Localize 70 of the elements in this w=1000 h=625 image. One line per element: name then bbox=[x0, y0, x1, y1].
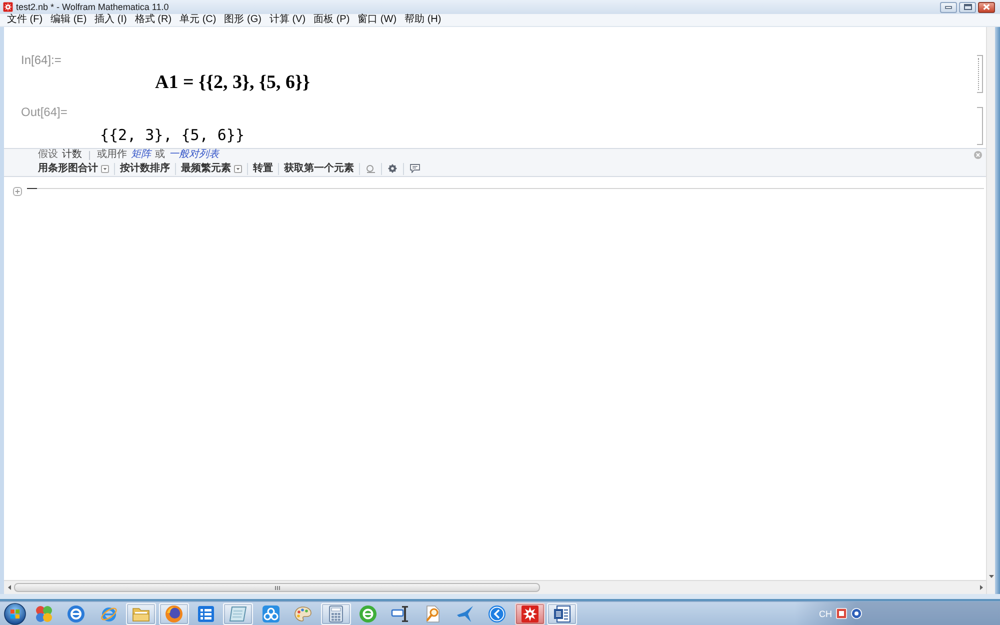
star-tile-icon bbox=[3, 2, 13, 12]
close-icon[interactable] bbox=[974, 151, 982, 159]
calculator-icon bbox=[326, 604, 345, 622]
vertical-scrollbar[interactable] bbox=[986, 27, 995, 594]
cell-bracket-icon[interactable] bbox=[977, 107, 983, 145]
down-arrow-icon[interactable] bbox=[988, 575, 994, 578]
menu-item[interactable]: 帮助 (H) bbox=[400, 14, 446, 26]
dropdown-icon bbox=[101, 164, 109, 172]
suggestion-button[interactable]: 按计数排序 bbox=[114, 162, 175, 174]
suggestion-link[interactable]: 一般对列表 bbox=[169, 149, 219, 161]
screen-cursor-icon bbox=[391, 604, 410, 622]
menu-item[interactable]: 窗口 (W) bbox=[354, 14, 401, 26]
menu-item[interactable]: 插入 (I) bbox=[90, 14, 131, 26]
menu-item[interactable]: 文件 (F) bbox=[3, 14, 47, 26]
right-arrow-icon[interactable] bbox=[980, 585, 983, 590]
maximize-icon bbox=[964, 4, 972, 10]
assumption-value[interactable]: 计数 bbox=[62, 149, 82, 161]
circle-bar-icon bbox=[67, 604, 86, 622]
ringed-circle-icon bbox=[164, 604, 183, 622]
star-tile-icon bbox=[520, 604, 539, 622]
suggestion-button[interactable]: 转置 bbox=[247, 162, 278, 174]
orbit-icon bbox=[100, 604, 118, 622]
horizontal-scrollbar[interactable] bbox=[4, 580, 986, 594]
magnifier-icon bbox=[424, 604, 442, 622]
palette-icon bbox=[294, 604, 312, 622]
suggestion-button[interactable]: 最频繁元素 bbox=[175, 162, 247, 174]
ring-icon[interactable] bbox=[366, 164, 375, 172]
grip-icon bbox=[274, 586, 280, 590]
flag-orb-icon bbox=[4, 602, 26, 624]
minimize-button[interactable] bbox=[940, 2, 957, 12]
chevron-circle-icon bbox=[488, 604, 506, 622]
output-expression: {{2, 3}, {5, 6}} bbox=[100, 125, 244, 145]
settings-icon[interactable] bbox=[388, 164, 397, 173]
dot-circle-icon[interactable] bbox=[851, 608, 862, 619]
three-rings-icon bbox=[262, 604, 280, 622]
cell-bracket-icon[interactable] bbox=[977, 55, 983, 93]
suggestion-button[interactable]: 获取第一个元素 bbox=[278, 162, 359, 174]
cell-label: In[64]:= bbox=[21, 53, 62, 67]
menu-item[interactable]: 编辑 (E) bbox=[46, 14, 91, 26]
suggestion-text: 或用作 bbox=[97, 149, 127, 161]
suggestion-button[interactable]: 用条形图合计 bbox=[38, 162, 114, 174]
scrollbar-thumb[interactable] bbox=[14, 583, 540, 592]
suggestion-link[interactable]: 矩阵 bbox=[131, 149, 151, 161]
close-icon bbox=[983, 4, 990, 10]
minimize-icon bbox=[945, 6, 952, 8]
taskbar-button[interactable] bbox=[514, 602, 545, 624]
start-button[interactable] bbox=[3, 602, 26, 625]
window-title: test2.nb * - Wolfram Mathematica 11.0 bbox=[16, 1, 169, 13]
speech-bubble-icon[interactable] bbox=[410, 164, 420, 173]
cell-label: Out[64]= bbox=[21, 105, 68, 119]
dropdown-icon bbox=[234, 164, 242, 172]
four-balls-icon bbox=[35, 604, 53, 622]
input-expression[interactable]: A1 = {{2, 3}, {5, 6}} bbox=[155, 73, 310, 93]
plus-icon[interactable] bbox=[13, 187, 22, 196]
menu-item[interactable]: 单元 (C) bbox=[176, 14, 220, 26]
close-button[interactable] bbox=[978, 2, 995, 12]
circle-bar-icon bbox=[358, 604, 377, 622]
document-icon bbox=[553, 604, 572, 622]
left-arrow-icon[interactable] bbox=[8, 585, 11, 590]
menu-item[interactable]: 图形 (G) bbox=[220, 14, 266, 26]
menu-item[interactable]: 格式 (R) bbox=[130, 14, 176, 26]
bird-icon bbox=[456, 604, 474, 622]
suggestion-text: 或 bbox=[155, 149, 165, 161]
menu-item[interactable]: 计算 (V) bbox=[265, 14, 310, 26]
menu-item[interactable]: 面板 (P) bbox=[310, 14, 354, 26]
square-tile-icon[interactable] bbox=[836, 608, 847, 619]
maximize-button[interactable] bbox=[959, 2, 976, 12]
list-icon bbox=[196, 604, 215, 622]
assumption-label: 假设 bbox=[38, 149, 58, 161]
notepad-icon bbox=[229, 604, 248, 622]
